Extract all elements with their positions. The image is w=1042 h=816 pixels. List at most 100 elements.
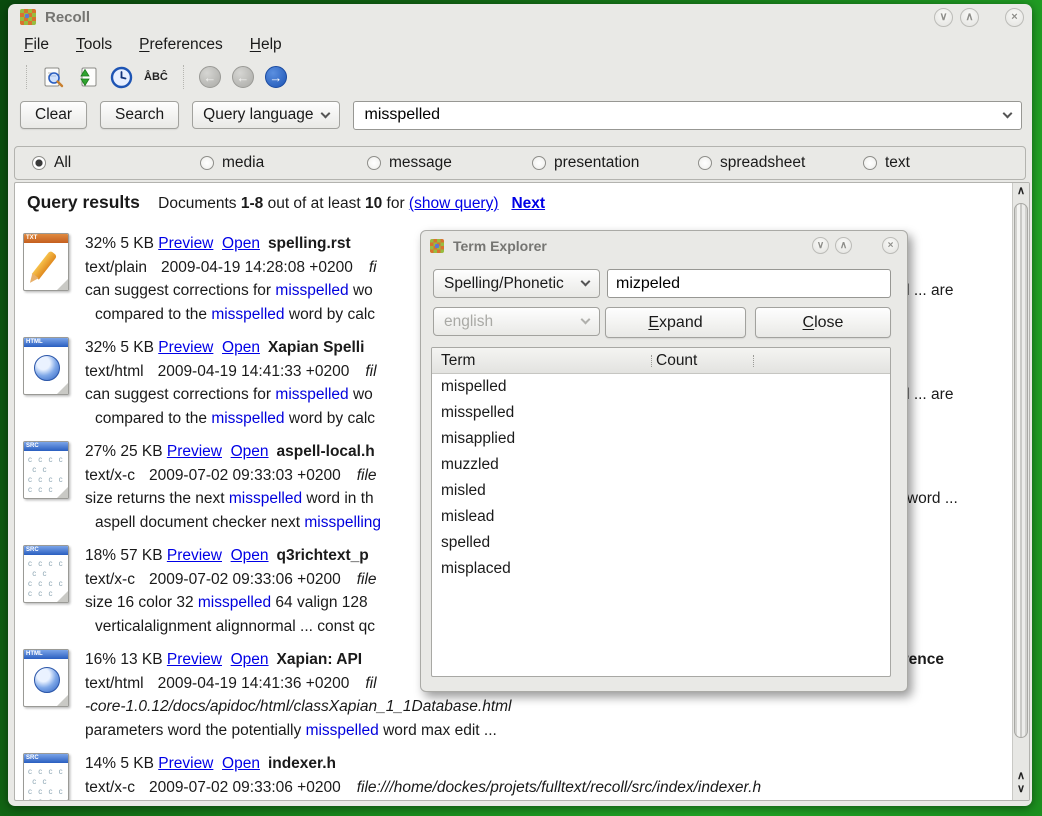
- result-date: 2009-04-19 14:41:36 +0200: [158, 675, 350, 692]
- source-code-glyph: c c c c c cc c c cc c c: [28, 767, 65, 801]
- scrollbar-thumb[interactable]: [1014, 203, 1028, 738]
- term-row[interactable]: misled: [432, 478, 890, 504]
- expansion-mode-value: Spelling/Phonetic: [444, 275, 564, 293]
- term-explorer-dialog: Term Explorer ∨ ∧ × Spelling/Phonetic en…: [420, 230, 908, 692]
- clear-button[interactable]: Clear: [20, 101, 87, 129]
- term-column-header[interactable]: Term: [441, 348, 475, 373]
- highlighted-term: misspelled: [198, 594, 271, 611]
- snippet-text: verticalalignment alignnormal ... const …: [95, 618, 375, 635]
- scroll-buttons[interactable]: ∧∨: [1013, 770, 1029, 796]
- maximize-icon[interactable]: ∧: [960, 8, 979, 27]
- query-language-dropdown[interactable]: Query language: [192, 101, 340, 129]
- expansion-mode-dropdown[interactable]: Spelling/Phonetic: [433, 269, 600, 298]
- filter-message[interactable]: message: [367, 154, 452, 172]
- term-input[interactable]: [607, 269, 891, 298]
- chevron-down-icon[interactable]: [1003, 108, 1013, 118]
- page-fold: [56, 486, 69, 499]
- menu-preferences[interactable]: Preferences: [139, 36, 223, 54]
- menu-bar: File Tools Preferences Help: [8, 30, 1032, 59]
- sort-parameters-icon[interactable]: [76, 66, 99, 89]
- results-for-label: for: [387, 195, 405, 212]
- menu-file[interactable]: File: [24, 36, 49, 54]
- open-link[interactable]: Open: [222, 755, 260, 772]
- filter-spreadsheet[interactable]: spreadsheet: [698, 154, 805, 172]
- search-button[interactable]: Search: [100, 101, 179, 129]
- history-back-icon[interactable]: ←: [199, 66, 221, 88]
- query-language-label: Query language: [203, 106, 313, 124]
- page-fold: [56, 382, 69, 395]
- file-type-strip: TXT: [24, 234, 68, 243]
- globe-glyph: [34, 355, 60, 381]
- close-button[interactable]: Close: [755, 307, 891, 338]
- highlighted-term: misspelled: [211, 410, 284, 427]
- filter-all[interactable]: All: [32, 154, 71, 172]
- minimize-icon[interactable]: ∨: [812, 237, 829, 254]
- snippet-text: wo: [349, 386, 373, 403]
- open-link[interactable]: Open: [231, 547, 269, 564]
- next-page-icon[interactable]: →: [265, 66, 287, 88]
- toolbar: ÅBĈ ← ← →: [8, 59, 1032, 95]
- expand-button[interactable]: Expand: [605, 307, 746, 338]
- sort-by-date-clock-icon[interactable]: [110, 66, 133, 89]
- next-page-link[interactable]: Next: [511, 195, 545, 212]
- toolbar-separator: [183, 65, 184, 89]
- term-row[interactable]: mislead: [432, 504, 890, 530]
- term-row[interactable]: misapplied: [432, 426, 890, 452]
- language-value: english: [444, 313, 493, 331]
- count-column-header[interactable]: Count: [656, 348, 697, 373]
- result-date: 2009-07-02 09:33:03 +0200: [149, 467, 341, 484]
- term-row[interactable]: muzzled: [432, 452, 890, 478]
- source-file-icon: SRCc c c c c cc c c cc c c: [23, 441, 69, 499]
- result-filename: q3richtext_p: [277, 547, 369, 564]
- main-titlebar[interactable]: Recoll ∨ ∧ ×: [8, 4, 1032, 30]
- results-scrollbar[interactable]: ∧ ∧∨: [1012, 183, 1029, 800]
- snippet-text: parameters word the potentially: [85, 722, 306, 739]
- highlighted-term: misspelled: [306, 722, 379, 739]
- show-query-link[interactable]: (show query): [409, 195, 499, 212]
- open-link[interactable]: Open: [231, 443, 269, 460]
- open-link[interactable]: Open: [231, 651, 269, 668]
- source-file-icon: SRCc c c c c cc c c cc c c: [23, 753, 69, 801]
- radio-icon: [532, 156, 546, 170]
- html-file-icon: HTML: [23, 337, 69, 395]
- results-total: 10: [365, 195, 382, 212]
- preview-link[interactable]: Preview: [167, 443, 222, 460]
- term-row[interactable]: spelled: [432, 530, 890, 556]
- preview-link[interactable]: Preview: [158, 235, 213, 252]
- snippet-text: word by calc: [285, 410, 375, 427]
- filter-presentation[interactable]: presentation: [532, 154, 639, 172]
- search-input[interactable]: [364, 106, 1004, 124]
- term-explorer-abc-icon[interactable]: ÅBĈ: [144, 71, 168, 83]
- chevron-down-icon: [581, 277, 591, 287]
- highlighted-term: misspelled: [211, 306, 284, 323]
- menu-help[interactable]: Help: [250, 36, 282, 54]
- close-icon[interactable]: ×: [882, 237, 899, 254]
- filter-media[interactable]: media: [200, 154, 264, 172]
- close-icon[interactable]: ×: [1005, 8, 1024, 27]
- spacer: [222, 651, 231, 668]
- open-link[interactable]: Open: [222, 235, 260, 252]
- minimize-icon[interactable]: ∨: [934, 8, 953, 27]
- preview-link[interactable]: Preview: [158, 755, 213, 772]
- term-table-header[interactable]: Term Count: [432, 348, 890, 374]
- filter-text[interactable]: text: [863, 154, 910, 172]
- open-link[interactable]: Open: [222, 339, 260, 356]
- preview-link[interactable]: Preview: [167, 547, 222, 564]
- recoll-app-icon: [430, 239, 444, 253]
- show-query-details-icon[interactable]: [42, 66, 65, 89]
- results-documents-label: Documents: [158, 195, 236, 212]
- previous-page-icon[interactable]: ←: [232, 66, 254, 88]
- menu-tools[interactable]: Tools: [76, 36, 112, 54]
- term-row[interactable]: misspelled: [432, 400, 890, 426]
- term-row[interactable]: mispelled: [432, 374, 890, 400]
- preview-link[interactable]: Preview: [167, 651, 222, 668]
- result-snippet-line: parameters word the potentially misspell…: [85, 719, 1029, 743]
- search-combo[interactable]: [353, 101, 1022, 130]
- maximize-icon[interactable]: ∧: [835, 237, 852, 254]
- dialog-titlebar[interactable]: Term Explorer ∨ ∧ ×: [421, 231, 907, 257]
- scroll-up-icon[interactable]: ∧: [1013, 183, 1029, 201]
- term-row[interactable]: misplaced: [432, 556, 890, 582]
- preview-link[interactable]: Preview: [158, 339, 213, 356]
- language-dropdown[interactable]: english: [433, 307, 600, 336]
- result-title-line: 14% 5 KB Preview Openindexer.h: [85, 752, 1029, 776]
